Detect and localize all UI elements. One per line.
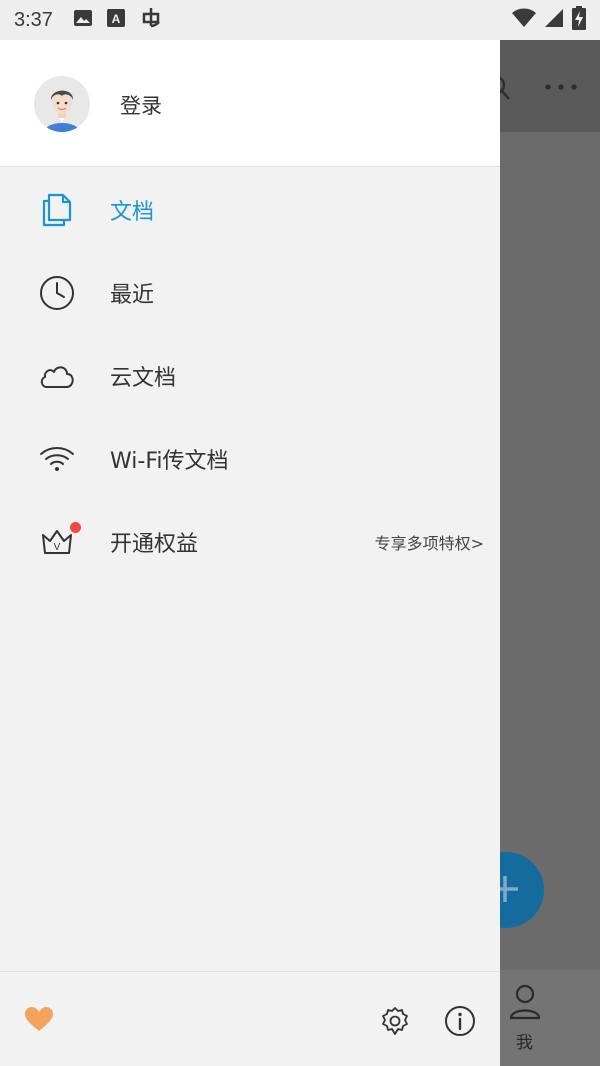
more-icon[interactable]	[544, 76, 578, 95]
drawer-item-label: 文档	[110, 200, 155, 225]
vip-promo-link[interactable]: 专享多项特权>	[375, 530, 484, 554]
nav-me-label[interactable]: 我	[516, 1028, 533, 1053]
svg-text:V: V	[54, 542, 61, 553]
info-icon[interactable]	[444, 1005, 476, 1041]
wifi-icon	[512, 8, 536, 32]
documents-icon	[38, 191, 76, 229]
image-icon	[73, 8, 93, 32]
svg-text:A: A	[112, 12, 121, 26]
bug-icon	[139, 6, 163, 34]
cloud-icon	[38, 357, 76, 395]
drawer-item-cloud[interactable]: 云文档	[0, 336, 500, 416]
drawer-item-recent[interactable]: 最近	[0, 253, 500, 333]
drawer-item-vip[interactable]: V 开通权益 专享多项特权>	[0, 502, 500, 582]
battery-charging-icon	[572, 6, 586, 34]
drawer-item-label: 云文档	[110, 366, 177, 391]
login-label[interactable]: 登录	[120, 90, 162, 120]
status-notification-icons: A	[73, 6, 163, 34]
drawer-item-label: 开通权益	[110, 532, 199, 557]
drawer-item-label: 最近	[110, 283, 155, 308]
background-bottom-nav: 我	[500, 970, 600, 1066]
background-toolbar	[486, 40, 600, 132]
status-system-icons	[512, 6, 586, 34]
background-app-scrim[interactable]: 我	[468, 40, 600, 1066]
clock-icon	[38, 274, 76, 312]
wifi-icon	[38, 440, 76, 478]
navigation-drawer: 登录 文档 最近 云文档 Wi-Fi传文档 V 开通权益 专享多项特权>	[0, 40, 500, 1066]
heart-icon[interactable]	[24, 1006, 54, 1036]
drawer-item-wifi-transfer[interactable]: Wi-Fi传文档	[0, 419, 500, 499]
drawer-footer	[0, 971, 500, 1066]
notification-badge	[70, 522, 81, 533]
user-avatar-icon[interactable]	[34, 76, 90, 132]
font-a-icon: A	[106, 8, 125, 32]
settings-gear-icon[interactable]	[380, 1006, 410, 1040]
status-bar: 3:37 A	[0, 0, 600, 40]
drawer-item-label: Wi-Fi传文档	[110, 449, 229, 474]
person-icon[interactable]	[508, 982, 542, 1026]
status-time: 3:37	[14, 8, 53, 31]
drawer-item-documents[interactable]: 文档	[0, 170, 500, 250]
signal-icon	[544, 8, 564, 32]
drawer-header[interactable]: 登录	[0, 40, 500, 167]
